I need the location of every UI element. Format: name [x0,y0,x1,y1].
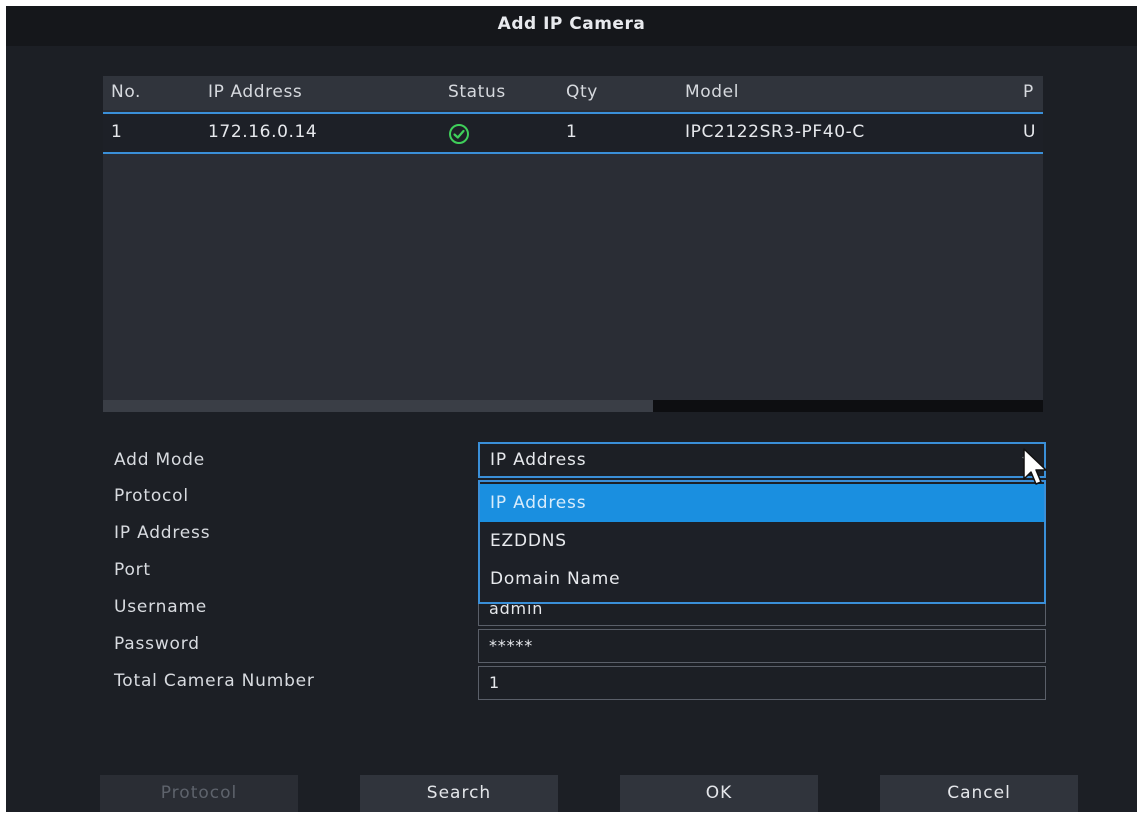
add-ip-camera-dialog: Add IP Camera No. IP Address Status Qty … [6,6,1137,812]
add-mode-value: IP Address [490,450,587,470]
row-p: U [1023,122,1037,142]
password-value: ***** [489,636,533,655]
label-username: Username [114,597,208,617]
row-ip-address: 172.16.0.14 [208,122,318,142]
table-header: No. IP Address Status Qty Model P [103,76,1043,110]
device-table: No. IP Address Status Qty Model P 1 172.… [103,76,1043,408]
header-ip-address[interactable]: IP Address [208,82,302,102]
header-model[interactable]: Model [685,82,739,102]
add-mode-dropdown: IP Address EZDDNS Domain Name [478,480,1046,604]
check-circle-icon [449,124,469,144]
label-password: Password [114,634,200,654]
password-field[interactable]: ***** [478,629,1046,663]
dialog-title: Add IP Camera [6,6,1137,46]
header-status[interactable]: Status [448,82,506,102]
add-mode-select[interactable]: IP Address [478,442,1046,478]
label-total-camera-number: Total Camera Number [114,671,315,691]
header-p[interactable]: P [1023,82,1034,102]
label-protocol: Protocol [114,486,189,506]
table-row[interactable]: 1 172.16.0.14 1 IPC2122SR3-PF40-C U [103,112,1043,154]
label-port: Port [114,560,151,580]
row-model: IPC2122SR3-PF40-C [685,122,865,142]
search-button[interactable]: Search [360,775,558,812]
option-ezddns[interactable]: EZDDNS [480,522,1044,560]
total-camera-number-value: 1 [489,673,500,692]
scrollbar-thumb[interactable] [103,400,653,412]
cancel-button[interactable]: Cancel [880,775,1078,812]
cursor-icon [1023,448,1047,485]
row-no: 1 [111,122,123,142]
table-horizontal-scrollbar[interactable] [103,400,1043,412]
total-camera-number-field[interactable]: 1 [478,666,1046,700]
label-ip-address: IP Address [114,523,211,543]
protocol-button[interactable]: Protocol [100,775,298,812]
option-ip-address[interactable]: IP Address [480,484,1044,522]
label-add-mode: Add Mode [114,450,206,470]
option-domain-name[interactable]: Domain Name [480,560,1044,598]
header-no[interactable]: No. [111,82,141,102]
row-qty: 1 [566,122,578,142]
header-qty[interactable]: Qty [566,82,598,102]
ok-button[interactable]: OK [620,775,818,812]
